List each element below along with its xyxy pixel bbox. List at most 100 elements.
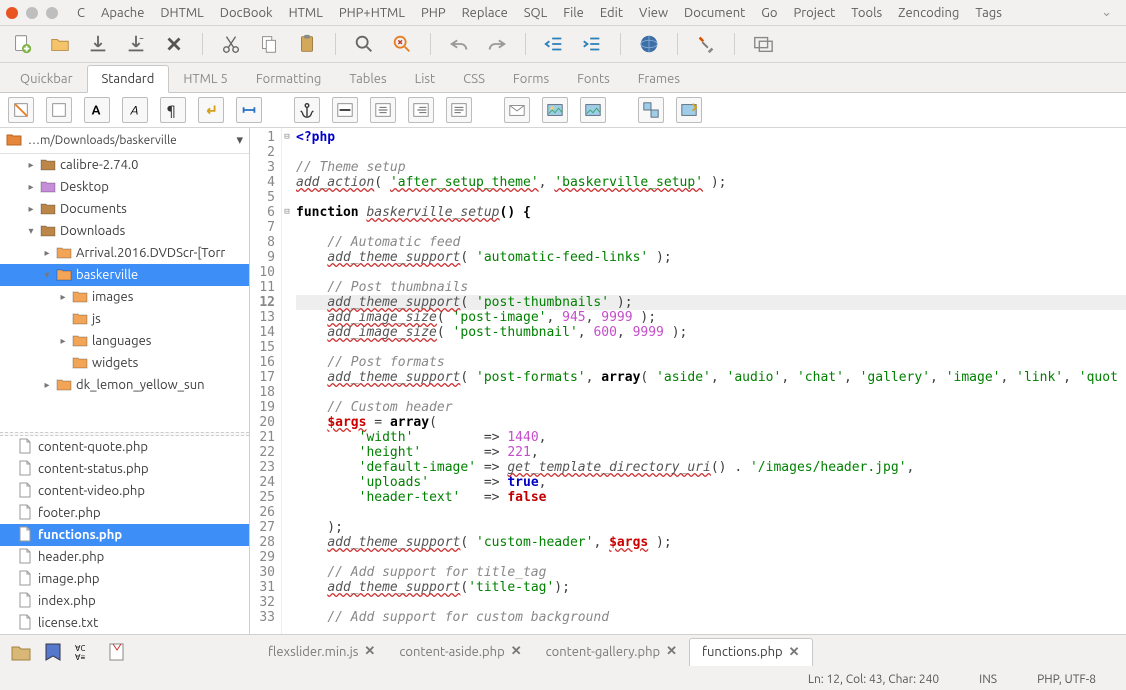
find-replace-button[interactable] [388,30,416,58]
tree-row[interactable]: ▾baskerville [0,264,249,286]
menu-document[interactable]: Document [677,4,752,22]
expander-icon[interactable]: ▸ [42,247,52,259]
doc-tab[interactable]: content-aside.php✕ [387,638,533,665]
tab-fonts[interactable]: Fonts [563,66,624,92]
expander-icon[interactable]: ▸ [26,181,36,193]
charmap-icon[interactable]: ∀C∀≡ [74,641,96,663]
tree-row[interactable]: ▸Arrival.2016.DVDScr-[Torr [0,242,249,264]
menu-tags[interactable]: Tags [968,4,1009,22]
expander-icon[interactable]: ▸ [26,159,36,171]
file-row[interactable]: functions.php [0,524,249,546]
break-button[interactable] [198,97,224,123]
file-row[interactable]: license.txt [0,612,249,634]
menu-html[interactable]: HTML [282,4,330,22]
code-editor[interactable]: 1234567891011121314151617181920212223242… [250,128,1126,634]
menu-php[interactable]: PHP [414,4,453,22]
menu-go[interactable]: Go [754,4,784,22]
window-close-icon[interactable] [6,7,18,19]
tree-row[interactable]: ▸dk_lemon_yellow_sun [0,374,249,396]
tab-html5[interactable]: HTML 5 [169,66,242,92]
doc-tab[interactable]: content-gallery.php✕ [534,638,689,665]
tree-row[interactable]: ▸images [0,286,249,308]
italic-button[interactable]: A [122,97,148,123]
doc-tab[interactable]: flexslider.min.js✕ [256,638,387,665]
expander-icon[interactable]: ▾ [26,225,36,237]
thumbnail-button[interactable] [638,97,664,123]
indent-button[interactable] [578,30,606,58]
menu-project[interactable]: Project [786,4,842,22]
tree-row[interactable]: js [0,308,249,330]
menu-apache[interactable]: Apache [94,4,151,22]
expander-icon[interactable]: ▸ [26,203,36,215]
body-button[interactable] [46,97,72,123]
expander-icon[interactable]: ▾ [42,269,52,281]
menu-c[interactable]: C [70,4,92,22]
close-icon[interactable]: ✕ [789,645,800,660]
code-area[interactable]: <?php// Theme setupadd_action( 'after_se… [292,128,1126,634]
expander-icon[interactable]: ▸ [58,335,68,347]
tab-standard[interactable]: Standard [87,65,170,93]
tab-tables[interactable]: Tables [335,66,400,92]
search-button[interactable] [350,30,378,58]
close-icon[interactable]: ✕ [364,644,375,659]
redo-button[interactable] [483,30,511,58]
menu-phphtml[interactable]: PHP+HTML [332,4,412,22]
anchor-button[interactable] [294,97,320,123]
undo-button[interactable] [445,30,473,58]
file-row[interactable]: content-quote.php [0,436,249,458]
tab-css[interactable]: CSS [449,66,499,92]
new-file-button[interactable] [8,30,36,58]
bold-button[interactable]: A [84,97,110,123]
link-image-button[interactable] [542,97,568,123]
expander-icon[interactable]: ▸ [58,291,68,303]
tab-formatting[interactable]: Formatting [242,66,336,92]
nbsp-button[interactable] [236,97,262,123]
file-list[interactable]: content-quote.phpcontent-status.phpconte… [0,436,249,634]
center-button[interactable] [370,97,396,123]
menu-dhtml[interactable]: DHTML [153,4,210,22]
snippets-icon[interactable] [106,641,128,663]
close-icon[interactable]: ✕ [511,644,522,659]
cut-button[interactable] [217,30,245,58]
path-dropdown-icon[interactable]: ▾ [236,133,243,148]
unindent-button[interactable] [540,30,568,58]
menu-docbook[interactable]: DocBook [213,4,280,22]
tab-forms[interactable]: Forms [499,66,563,92]
tree-row[interactable]: ▸Documents [0,198,249,220]
window-minimize-icon[interactable] [26,7,38,19]
tree-row[interactable]: ▸languages [0,330,249,352]
quickstart-button[interactable] [8,97,34,123]
file-row[interactable]: footer.php [0,502,249,524]
window-maximize-icon[interactable] [46,7,58,19]
tree-row[interactable]: ▸calibre-2.74.0 [0,154,249,176]
doc-tab[interactable]: functions.php✕ [689,638,813,666]
hrule-button[interactable] [332,97,358,123]
file-row[interactable]: content-status.php [0,458,249,480]
email-button[interactable] [504,97,530,123]
paragraph-button[interactable]: ¶ [160,97,186,123]
file-row[interactable]: index.php [0,590,249,612]
save-button[interactable] [84,30,112,58]
image-button[interactable] [580,97,606,123]
preferences-button[interactable] [692,30,720,58]
copy-button[interactable] [255,30,283,58]
path-bar[interactable]: …m/Downloads/baskerville ▾ [0,128,249,154]
menu-file[interactable]: File [556,4,591,22]
expander-icon[interactable]: ▸ [42,379,52,391]
tab-frames[interactable]: Frames [624,66,694,92]
menu-zencoding[interactable]: Zencoding [891,4,966,22]
menu-tools[interactable]: Tools [844,4,889,22]
file-row[interactable]: content-video.php [0,480,249,502]
close-icon[interactable]: ✕ [666,644,677,659]
menu-overflow-icon[interactable]: ⌄ [1093,5,1120,20]
file-row[interactable]: header.php [0,546,249,568]
folder-tree[interactable]: ▸calibre-2.74.0▸Desktop▸Documents▾Downlo… [0,154,249,432]
menu-replace[interactable]: Replace [455,4,515,22]
close-file-button[interactable] [160,30,188,58]
menu-view[interactable]: View [632,4,675,22]
bookmarks-icon[interactable] [42,641,64,663]
browser-preview-button[interactable] [635,30,663,58]
tree-row[interactable]: ▸Desktop [0,176,249,198]
comment-button[interactable] [446,97,472,123]
tab-list[interactable]: List [401,66,450,92]
